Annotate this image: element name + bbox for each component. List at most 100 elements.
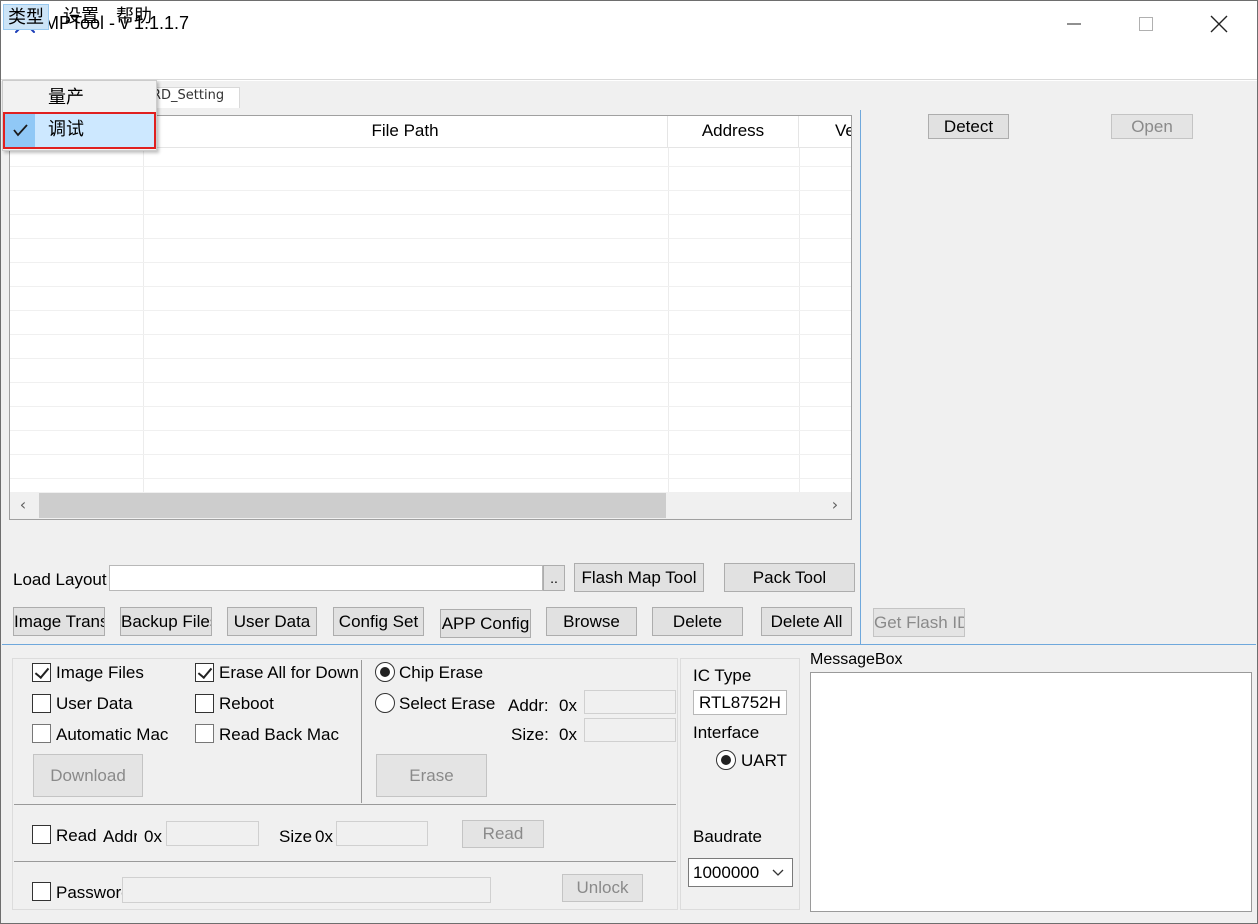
horizontal-scrollbar[interactable]: ‹ › (10, 492, 851, 519)
row-divider (10, 214, 851, 215)
uart-radio[interactable] (716, 750, 736, 770)
read-label: Read (56, 826, 97, 845)
row-divider (10, 334, 851, 335)
maximize-icon (1139, 17, 1153, 31)
image-files-checkbox[interactable] (32, 663, 51, 682)
image-files-label: Image Files (56, 663, 144, 682)
ic-type-label: IC Type (693, 666, 752, 685)
baudrate-value: 1000000 (693, 863, 760, 882)
read-back-mac-label: Read Back Mac (219, 725, 339, 744)
file-table[interactable]: File Path Address Ve (9, 115, 852, 520)
minimize-icon (1067, 23, 1081, 25)
minimize-button[interactable] (1037, 1, 1111, 47)
row-divider (10, 358, 851, 359)
tab-rd-setting-label: RD_Setting (152, 88, 225, 103)
menu-help[interactable]: 帮助 (112, 4, 156, 30)
delete-button[interactable]: Delete (652, 607, 743, 636)
password-input[interactable] (122, 877, 491, 903)
chip-erase-label: Chip Erase (399, 663, 484, 682)
chip-erase-radio[interactable] (375, 662, 395, 682)
messagebox-label: MessageBox (810, 651, 903, 668)
row-divider (10, 430, 851, 431)
read-addr-label: Addr (103, 827, 137, 846)
erase-button[interactable]: Erase (376, 754, 487, 797)
panel-divider (860, 110, 861, 644)
erase-all-label: Erase All for Down (219, 663, 359, 682)
menu-item-debug[interactable]: 调试 (3, 114, 156, 146)
load-layout-browse-button[interactable]: .. (543, 565, 565, 591)
close-icon (1210, 15, 1228, 33)
group-divider (14, 804, 676, 805)
flash-map-tool-button[interactable]: Flash Map Tool (574, 563, 704, 592)
uart-label: UART (741, 751, 787, 770)
delete-all-button[interactable]: Delete All (761, 607, 852, 636)
load-layout-input[interactable] (109, 565, 543, 591)
menu-item-mass-production[interactable]: 量产 (3, 82, 156, 114)
config-set-button[interactable]: Config Set (333, 607, 424, 636)
download-button[interactable]: Download (33, 754, 143, 797)
table-header-address[interactable]: Address (668, 116, 799, 148)
table-header-version[interactable]: Ve (799, 116, 851, 148)
user-data-label: User Data (56, 694, 133, 713)
read-size-label: Size (279, 827, 313, 846)
pack-tool-button[interactable]: Pack Tool (724, 563, 855, 592)
row-divider (10, 454, 851, 455)
read-checkbox[interactable] (32, 825, 51, 844)
row-divider (10, 238, 851, 239)
detect-button[interactable]: Detect (928, 114, 1009, 139)
chevron-down-icon (772, 869, 784, 876)
messagebox-area[interactable] (810, 672, 1252, 912)
open-button[interactable]: Open (1111, 114, 1193, 139)
scrollbar-thumb[interactable] (39, 493, 666, 518)
close-button[interactable] (1182, 1, 1256, 47)
row-divider (10, 478, 851, 479)
column-divider (143, 148, 144, 493)
reboot-checkbox[interactable] (195, 694, 214, 713)
row-divider (10, 310, 851, 311)
ic-type-field: RTL8752H (693, 690, 787, 715)
read-size-input[interactable] (336, 821, 428, 846)
erase-all-checkbox[interactable] (195, 663, 214, 682)
browse-button[interactable]: Browse (546, 607, 637, 636)
group-divider (361, 660, 362, 803)
password-checkbox[interactable] (32, 882, 51, 901)
backup-files-button[interactable]: Backup Files (120, 607, 212, 636)
automatic-mac-checkbox[interactable] (32, 724, 51, 743)
read-addr-prefix: 0x (144, 827, 162, 846)
read-back-mac-checkbox[interactable] (195, 724, 214, 743)
password-label: Password (56, 883, 122, 902)
table-header-file-path[interactable]: File Path (143, 116, 668, 148)
row-divider (10, 382, 851, 383)
baudrate-select[interactable]: 1000000 (688, 858, 793, 887)
menu-bar (1, 47, 1257, 80)
panel-divider-horizontal (2, 644, 1256, 645)
baudrate-label: Baudrate (693, 827, 762, 846)
menu-settings[interactable]: 设置 (59, 4, 103, 30)
read-size-prefix: 0x (315, 827, 333, 846)
interface-label: Interface (693, 723, 760, 741)
get-flash-id-button[interactable]: Get Flash ID (873, 608, 965, 637)
erase-addr-input[interactable] (584, 690, 676, 714)
erase-size-prefix: 0x (559, 725, 577, 744)
select-erase-label: Select Erase (399, 694, 496, 713)
row-divider (10, 262, 851, 263)
user-data-button[interactable]: User Data (227, 607, 317, 636)
read-addr-input[interactable] (166, 821, 259, 846)
image-trans-button[interactable]: Image Trans (13, 607, 105, 636)
row-divider (10, 166, 851, 167)
row-divider (10, 286, 851, 287)
maximize-button[interactable] (1109, 1, 1183, 47)
scroll-left-icon[interactable]: ‹ (13, 494, 33, 516)
automatic-mac-label: Automatic Mac (56, 725, 169, 744)
row-divider (10, 406, 851, 407)
erase-size-input[interactable] (584, 718, 676, 742)
select-erase-radio[interactable] (375, 693, 395, 713)
menu-type[interactable]: 类型 (3, 4, 49, 30)
app-config-button[interactable]: APP Config (440, 609, 531, 638)
column-divider (799, 148, 800, 493)
user-data-checkbox[interactable] (32, 694, 51, 713)
unlock-button[interactable]: Unlock (562, 874, 643, 902)
group-divider (14, 861, 676, 862)
read-button[interactable]: Read (462, 820, 544, 848)
scroll-right-icon[interactable]: › (825, 494, 845, 516)
